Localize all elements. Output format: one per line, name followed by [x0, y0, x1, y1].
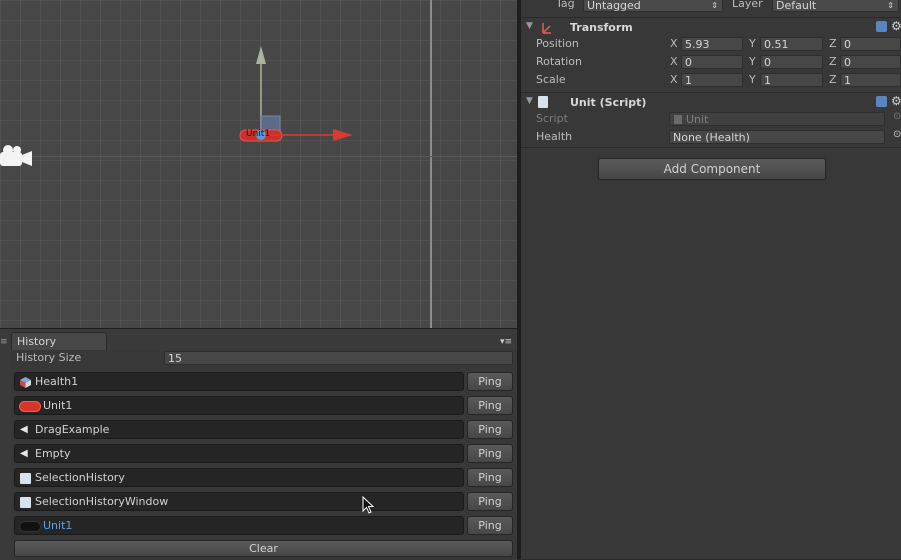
layer-value: Default — [776, 0, 817, 12]
unity-scene-icon: ◀ — [20, 424, 28, 435]
script-icon — [674, 115, 682, 124]
health-row: Health None (Health) ⊙ — [521, 128, 901, 146]
script-field: Unit — [669, 112, 885, 126]
axis-y-label: Y — [749, 55, 756, 68]
history-panel: ≡ History ▾≡ History Size 15 Health1 Pin… — [0, 328, 517, 560]
axis-z-label: Z — [829, 55, 837, 68]
tag-label: Tag — [556, 0, 575, 10]
rotation-y-field[interactable]: 0 — [760, 55, 823, 69]
position-y-field[interactable]: 0.51 — [760, 37, 823, 51]
cube-icon — [20, 377, 31, 388]
scene-grid-line — [0, 156, 517, 157]
scale-z-field[interactable]: 1 — [840, 73, 901, 87]
object-picker-icon[interactable]: ⊙ — [893, 129, 901, 140]
add-component-button[interactable]: Add Component — [598, 158, 826, 180]
rotation-z-field[interactable]: 0 — [840, 55, 901, 69]
history-item-label: Unit1 — [43, 399, 73, 412]
history-item-label: SelectionHistoryWindow — [35, 495, 169, 508]
scale-label: Scale — [536, 73, 566, 86]
layer-dropdown[interactable]: Default ⇕ — [772, 0, 899, 12]
capsule-icon — [19, 401, 41, 412]
dropdown-arrow-icon: ⇕ — [711, 1, 718, 10]
history-item-label: Health1 — [35, 375, 79, 388]
object-picker-icon: ⊙ — [893, 111, 901, 122]
axis-z-label: Z — [829, 73, 837, 86]
scale-row: Scale X 1 Y 1 Z 1 — [521, 71, 901, 89]
transform-title: Transform — [570, 21, 633, 34]
ping-button[interactable]: Ping — [467, 516, 513, 535]
gear-icon[interactable]: ⚙ — [891, 19, 901, 33]
position-x-field[interactable]: 5.93 — [681, 37, 743, 51]
inspector-panel: Tag Untagged ⇕ Layer Default ⇕ ▼ Transfo… — [521, 0, 901, 559]
history-size-label: History Size — [16, 351, 82, 364]
history-item[interactable]: ◀ Empty — [14, 444, 464, 463]
scale-y-field[interactable]: 1 — [760, 73, 823, 87]
history-item[interactable]: Unit1 — [14, 396, 464, 415]
tab-menu-icon[interactable]: ▾≡ — [500, 337, 512, 347]
position-row: Position X 5.93 Y 0.51 Z 0 — [521, 35, 901, 53]
panel-menu-icon[interactable]: ≡ — [0, 337, 8, 347]
foldout-arrow-icon[interactable]: ▼ — [526, 96, 533, 106]
health-label: Health — [536, 130, 573, 143]
unity-scene-icon: ◀ — [20, 448, 28, 459]
axis-x-label: X — [670, 55, 678, 68]
scene-object-label: Unit1 — [246, 129, 271, 139]
clear-button[interactable]: Clear — [14, 540, 513, 557]
help-icon[interactable] — [876, 96, 887, 107]
gear-icon[interactable]: ⚙ — [891, 94, 901, 108]
position-z-field[interactable]: 0 — [840, 37, 901, 51]
ping-button[interactable]: Ping — [467, 420, 513, 439]
script-row: Script Unit ⊙ — [521, 110, 901, 128]
ping-button[interactable]: Ping — [467, 492, 513, 511]
script-value: Unit — [686, 113, 709, 126]
divider — [521, 147, 901, 148]
script-icon — [538, 96, 548, 108]
history-item-selected[interactable]: Unit1 — [14, 516, 464, 535]
axis-x-label: X — [670, 73, 678, 86]
health-field[interactable]: None (Health) — [669, 130, 885, 144]
camera-gizmo-icon[interactable] — [0, 144, 34, 170]
axis-y-label: Y — [749, 37, 756, 50]
script-icon — [20, 473, 31, 484]
rotation-x-field[interactable]: 0 — [681, 55, 743, 69]
ping-button[interactable]: Ping — [467, 468, 513, 487]
scene-grid-axis-line — [430, 0, 432, 328]
history-item[interactable]: ◀ DragExample — [14, 420, 464, 439]
ping-button[interactable]: Ping — [467, 372, 513, 391]
rotation-label: Rotation — [536, 55, 583, 68]
scale-x-field[interactable]: 1 — [681, 73, 743, 87]
history-item[interactable]: SelectionHistoryWindow — [14, 492, 464, 511]
history-item-label: Unit1 — [43, 519, 73, 532]
axis-y-label: Y — [749, 73, 756, 86]
mouse-cursor-icon — [362, 496, 374, 514]
script-label: Script — [536, 112, 568, 125]
layer-label: Layer — [732, 0, 763, 10]
history-item-label: Empty — [35, 447, 71, 460]
help-icon[interactable] — [876, 21, 887, 32]
capsule-icon — [19, 521, 41, 532]
position-label: Position — [536, 37, 579, 50]
history-item[interactable]: SelectionHistory — [14, 468, 464, 487]
history-item-label: SelectionHistory — [35, 471, 125, 484]
unit-script-title: Unit (Script) — [570, 96, 647, 109]
ping-button[interactable]: Ping — [467, 396, 513, 415]
axis-x-label: X — [670, 37, 678, 50]
tab-history[interactable]: History — [11, 332, 107, 350]
ping-button[interactable]: Ping — [467, 444, 513, 463]
dropdown-arrow-icon: ⇕ — [887, 1, 894, 10]
history-size-field[interactable]: 15 — [164, 351, 513, 365]
history-item[interactable]: Health1 — [14, 372, 464, 391]
rotation-row: Rotation X 0 Y 0 Z 0 — [521, 53, 901, 71]
script-icon — [20, 497, 31, 508]
scene-view[interactable]: Unit1 — [0, 0, 517, 328]
tag-dropdown[interactable]: Untagged ⇕ — [583, 0, 723, 12]
transform-icon — [542, 23, 551, 34]
history-item-label: DragExample — [35, 423, 110, 436]
foldout-arrow-icon[interactable]: ▼ — [526, 21, 533, 31]
tag-value: Untagged — [587, 0, 641, 12]
axis-z-label: Z — [829, 37, 837, 50]
